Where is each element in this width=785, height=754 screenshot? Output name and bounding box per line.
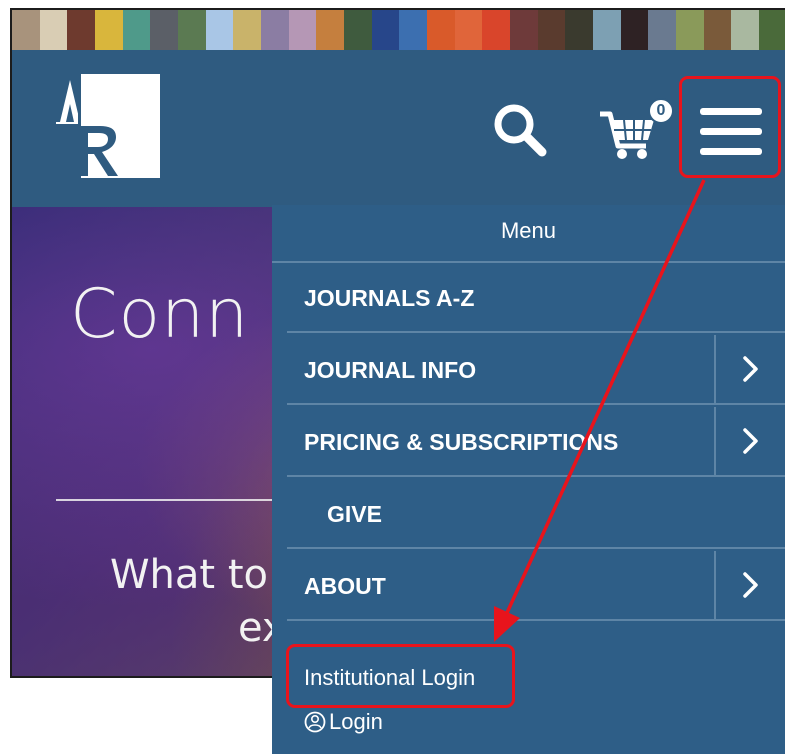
color-swatch bbox=[676, 10, 704, 50]
cart-icon[interactable]: 0 bbox=[596, 94, 676, 164]
annual-reviews-logo[interactable] bbox=[56, 74, 160, 178]
color-swatch bbox=[703, 10, 732, 50]
menu-item-label: ABOUT bbox=[304, 573, 386, 599]
cart-count-badge: 0 bbox=[648, 98, 674, 124]
submenu-toggle[interactable] bbox=[714, 551, 785, 619]
menu-item-label: JOURNALS A-Z bbox=[304, 285, 475, 311]
menu-item-pricing-subscriptions[interactable]: PRICING & SUBSCRIPTIONS bbox=[287, 407, 785, 477]
menu-title: Menu bbox=[272, 205, 785, 263]
color-swatch bbox=[620, 10, 649, 50]
color-swatch bbox=[288, 10, 317, 50]
color-swatch bbox=[344, 10, 372, 50]
menu-item-label: JOURNAL INFO bbox=[304, 357, 477, 383]
submenu-toggle[interactable] bbox=[714, 335, 785, 403]
color-swatch bbox=[67, 10, 96, 50]
color-swatch bbox=[510, 10, 538, 50]
search-icon[interactable] bbox=[490, 100, 550, 160]
color-swatch bbox=[12, 10, 40, 50]
color-swatch bbox=[371, 10, 400, 50]
login-link[interactable]: Login bbox=[304, 709, 383, 735]
user-icon bbox=[304, 711, 326, 733]
color-swatch bbox=[648, 10, 677, 50]
color-swatch bbox=[565, 10, 594, 50]
chevron-right-icon bbox=[743, 572, 758, 598]
login-label: Login bbox=[329, 709, 383, 734]
site-header: 0 bbox=[12, 50, 785, 207]
color-strip-banner bbox=[12, 10, 785, 50]
hero-title: Conn bbox=[70, 275, 250, 354]
hero-subtitle-line1: What to bbox=[110, 552, 268, 598]
color-swatch bbox=[205, 10, 234, 50]
menu-item-give[interactable]: GIVE bbox=[287, 479, 785, 549]
color-swatch bbox=[150, 10, 179, 50]
menu-icon-highlight bbox=[679, 76, 781, 178]
color-swatch bbox=[731, 10, 760, 50]
color-swatch bbox=[454, 10, 483, 50]
menu-item-label: PRICING & SUBSCRIPTIONS bbox=[304, 429, 619, 455]
color-swatch bbox=[122, 10, 151, 50]
color-swatch bbox=[261, 10, 289, 50]
color-swatch bbox=[593, 10, 621, 50]
color-swatch bbox=[178, 10, 206, 50]
page: 0 Conn What to ex Menu JOURNALS A-Z JOUR… bbox=[0, 0, 785, 754]
institutional-login-highlight bbox=[286, 644, 515, 708]
color-swatch bbox=[399, 10, 428, 50]
color-swatch bbox=[537, 10, 566, 50]
color-swatch bbox=[233, 10, 262, 50]
color-swatch bbox=[482, 10, 511, 50]
chevron-right-icon bbox=[743, 356, 758, 382]
color-swatch bbox=[759, 10, 785, 50]
color-swatch bbox=[316, 10, 345, 50]
color-swatch bbox=[39, 10, 68, 50]
color-swatch bbox=[427, 10, 455, 50]
cart-count: 0 bbox=[656, 102, 666, 119]
submenu-toggle[interactable] bbox=[714, 407, 785, 475]
menu-item-about[interactable]: ABOUT bbox=[287, 551, 785, 621]
menu-item-label: GIVE bbox=[327, 501, 382, 527]
menu-item-journals-a-z[interactable]: JOURNALS A-Z bbox=[287, 263, 785, 333]
chevron-right-icon bbox=[743, 428, 758, 454]
color-swatch bbox=[95, 10, 123, 50]
menu-item-journal-info[interactable]: JOURNAL INFO bbox=[287, 335, 785, 405]
